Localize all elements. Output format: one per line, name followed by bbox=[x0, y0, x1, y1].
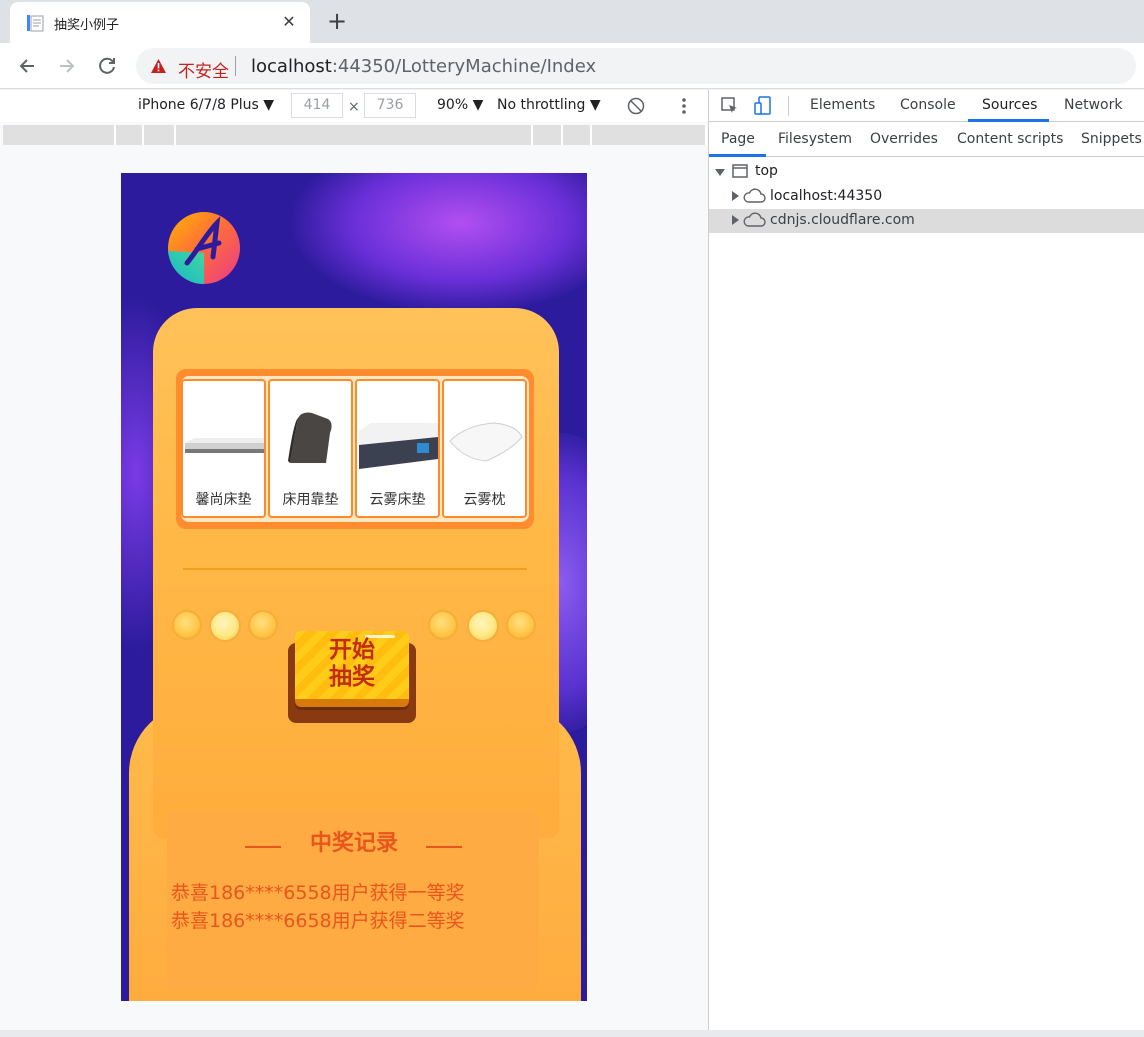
cloud-icon bbox=[743, 212, 766, 227]
forward-arrow-icon[interactable] bbox=[52, 51, 82, 81]
ruler-segment[interactable] bbox=[176, 125, 533, 145]
expand-arrow-icon[interactable] bbox=[732, 215, 739, 225]
devtools-main-tabbar: Elements Console Sources Network bbox=[709, 90, 1144, 122]
page-favicon-icon bbox=[27, 15, 44, 32]
subtab-filesystem[interactable]: Filesystem bbox=[778, 131, 852, 147]
subtab-content-scripts[interactable]: Content scripts bbox=[957, 131, 1063, 147]
device-width-input[interactable]: 414 bbox=[291, 93, 343, 118]
device-toggle-icon[interactable] bbox=[753, 96, 773, 116]
start-draw-button[interactable]: 开始 抽奖 bbox=[295, 631, 409, 707]
start-draw-label: 开始 抽奖 bbox=[295, 637, 409, 691]
phone-viewport: 馨尚床垫 床用靠垫 云雾床垫 云雾枕 开始 抽奖 中奖记录 恭喜186****6… bbox=[121, 173, 587, 1001]
start-label-line1: 开始 bbox=[329, 637, 375, 663]
subtab-overrides[interactable]: Overrides bbox=[870, 131, 938, 147]
prize-name: 馨尚床垫 bbox=[195, 492, 252, 508]
records-title-line bbox=[426, 846, 462, 848]
rotate-icon[interactable] bbox=[626, 96, 646, 116]
url-path: :44350/LotteryMachine/Index bbox=[331, 56, 597, 77]
prize-card: 云雾床垫 bbox=[355, 379, 440, 518]
zoom-select[interactable]: 90% ▼ bbox=[437, 97, 483, 113]
url-host: localhost bbox=[251, 56, 332, 77]
start-label-line2: 抽奖 bbox=[329, 664, 375, 690]
light-bulb bbox=[209, 610, 241, 642]
tab-console[interactable]: Console bbox=[900, 97, 956, 113]
sources-navigator-tabbar: Page Filesystem Overrides Content script… bbox=[709, 123, 1144, 157]
records-title: 中奖记录 bbox=[309, 831, 398, 856]
mattress-image bbox=[359, 423, 438, 469]
light-bulb bbox=[248, 610, 278, 640]
light-bulb bbox=[467, 610, 499, 642]
tree-item-localhost[interactable]: localhost:44350 bbox=[709, 185, 1144, 209]
light-bulb bbox=[428, 610, 458, 640]
ruler-segment[interactable] bbox=[3, 125, 116, 145]
tab-title: 抽奖小例子 bbox=[54, 18, 120, 33]
prize-card: 馨尚床垫 bbox=[181, 379, 266, 518]
active-subtab-indicator bbox=[709, 154, 766, 157]
prize-name: 云雾枕 bbox=[463, 492, 506, 508]
omnibox-divider bbox=[235, 56, 236, 76]
mattress-image bbox=[185, 438, 264, 453]
media-query-ruler[interactable] bbox=[3, 125, 707, 145]
more-options-icon[interactable] bbox=[676, 96, 692, 116]
tree-label: localhost:44350 bbox=[770, 188, 883, 204]
logo-icon bbox=[168, 212, 240, 285]
ruler-segment[interactable] bbox=[533, 125, 563, 145]
light-bulb bbox=[506, 610, 536, 640]
ruler-segment[interactable] bbox=[116, 125, 144, 145]
warning-icon bbox=[151, 59, 166, 73]
active-tab-indicator bbox=[968, 119, 1049, 122]
record-item: 恭喜186****6658用户获得二等奖 bbox=[171, 910, 465, 932]
cushion-image bbox=[288, 412, 332, 463]
tree-item-top[interactable]: top bbox=[709, 160, 1144, 184]
dimension-times-symbol: × bbox=[348, 99, 360, 115]
device-toolbar: iPhone 6/7/8 Plus ▼ 414 × 736 90% ▼ No t… bbox=[0, 90, 708, 122]
records-title-line bbox=[245, 846, 281, 848]
close-tab-icon[interactable]: ✕ bbox=[278, 11, 300, 33]
prize-card: 云雾枕 bbox=[442, 379, 527, 518]
throttling-select[interactable]: No throttling ▼ bbox=[497, 97, 601, 113]
toolbar-separator bbox=[788, 96, 789, 116]
subtab-snippets[interactable]: Snippets bbox=[1081, 131, 1142, 147]
tab-strip: 抽奖小例子 ✕ + bbox=[0, 0, 1144, 43]
new-tab-button[interactable]: + bbox=[322, 7, 352, 37]
device-select[interactable]: iPhone 6/7/8 Plus ▼ bbox=[138, 97, 274, 113]
address-bar[interactable]: 不安全 localhost:44350/LotteryMachine/Index bbox=[136, 48, 1136, 84]
tab-sources[interactable]: Sources bbox=[982, 97, 1037, 113]
inspect-element-icon[interactable] bbox=[720, 96, 740, 116]
light-bulb bbox=[172, 610, 202, 640]
background-glow bbox=[291, 173, 587, 313]
expand-arrow-icon[interactable] bbox=[715, 169, 725, 176]
browser-toolbar: 不安全 localhost:44350/LotteryMachine/Index bbox=[0, 43, 1144, 89]
record-item: 恭喜186****6558用户获得一等奖 bbox=[171, 882, 465, 904]
back-arrow-icon[interactable] bbox=[12, 51, 42, 81]
ruler-segment[interactable] bbox=[563, 125, 592, 145]
devtools-panel: Elements Console Sources Network Page Fi… bbox=[708, 90, 1144, 1030]
expand-arrow-icon[interactable] bbox=[732, 191, 739, 201]
prize-name: 床用靠垫 bbox=[282, 492, 339, 508]
pillow-image bbox=[449, 422, 523, 462]
tree-label: top bbox=[755, 163, 778, 179]
window-bottom-edge bbox=[0, 1030, 1144, 1037]
tab-network[interactable]: Network bbox=[1064, 97, 1122, 113]
machine-divider bbox=[183, 568, 527, 570]
url-text[interactable]: localhost:44350/LotteryMachine/Index bbox=[251, 56, 596, 77]
reload-icon[interactable] bbox=[92, 51, 122, 81]
cloud-icon bbox=[743, 188, 766, 203]
prize-card: 床用靠垫 bbox=[268, 379, 353, 518]
browser-tab[interactable]: 抽奖小例子 ✕ bbox=[10, 2, 310, 43]
tree-label: cdnjs.cloudflare.com bbox=[770, 212, 915, 228]
ruler-segment[interactable] bbox=[592, 125, 707, 145]
subtab-page[interactable]: Page bbox=[721, 131, 755, 147]
security-status[interactable]: 不安全 bbox=[178, 57, 229, 82]
prize-name: 云雾床垫 bbox=[369, 492, 426, 508]
frame-icon bbox=[732, 164, 748, 178]
tab-elements[interactable]: Elements bbox=[810, 97, 875, 113]
device-emulation-pane: iPhone 6/7/8 Plus ▼ 414 × 736 90% ▼ No t… bbox=[0, 90, 708, 1030]
tree-item-cdnjs[interactable]: cdnjs.cloudflare.com bbox=[709, 209, 1144, 233]
device-height-input[interactable]: 736 bbox=[364, 93, 416, 118]
ruler-segment[interactable] bbox=[144, 125, 176, 145]
